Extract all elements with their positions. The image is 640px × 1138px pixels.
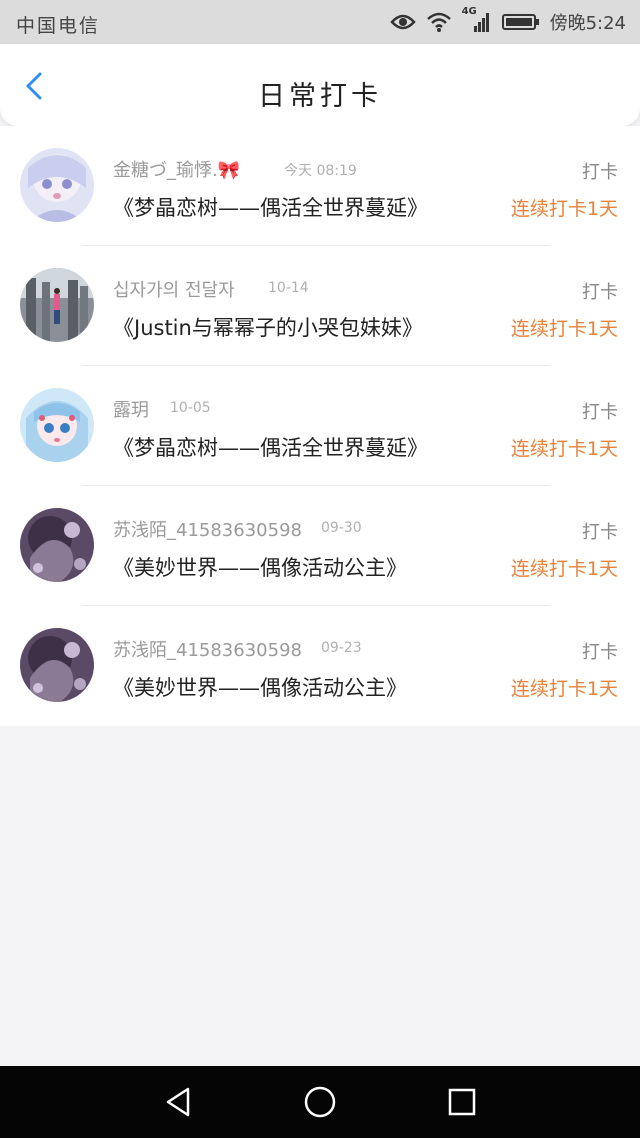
checkin-date: 10-05 [170, 400, 211, 416]
user-name: 苏浅陌_415836305980… [113, 640, 303, 661]
streak-label: 连续打卡1天 [510, 558, 618, 580]
system-nav-bar [0, 1066, 640, 1138]
checkin-label: 打卡 [582, 162, 618, 183]
checkin-date: 09-30 [321, 520, 362, 536]
checkin-list: 金糖づ_瑜悸.🎀 今天 08:19 《梦晶恋树——偶活全世界蔓延》 打卡 连续打… [0, 126, 640, 726]
checkin-label: 打卡 [582, 522, 618, 543]
book-title[interactable]: 《美妙世界——偶像活动公主》 [113, 672, 407, 702]
header: 日常打卡 [0, 44, 640, 126]
user-name: 십자가의 전달자 [113, 280, 235, 301]
recents-nav-button[interactable] [444, 1084, 480, 1120]
list-item[interactable]: 苏浅陌_415836305980… 09-23 《美妙世界——偶像活动公主》 打… [0, 606, 640, 726]
list-item[interactable]: 金糖づ_瑜悸.🎀 今天 08:19 《梦晶恋树——偶活全世界蔓延》 打卡 连续打… [0, 126, 640, 246]
recents-square-icon [448, 1088, 476, 1116]
clock: 傍晚5:24 [549, 13, 626, 34]
list-item[interactable]: 苏浅陌_415836305980… 09-30 《美妙世界——偶像活动公主》 打… [0, 486, 640, 606]
carrier-label: 中国电信 [16, 15, 101, 37]
checkin-label: 打卡 [582, 402, 618, 423]
book-title[interactable]: 《Justin与幂幂子的小哭包妹妹》 [113, 312, 423, 342]
home-nav-button[interactable] [302, 1084, 338, 1120]
signal-icon: 4G [462, 6, 492, 34]
checkin-date: 今天 08:19 [284, 163, 357, 179]
back-triangle-icon [166, 1087, 190, 1117]
streak-label: 连续打卡1天 [510, 198, 618, 220]
checkin-date: 09-23 [321, 640, 362, 656]
battery-icon [501, 14, 539, 30]
checkin-label: 打卡 [582, 282, 618, 303]
avatar[interactable] [20, 268, 94, 342]
wifi-icon [426, 12, 451, 32]
list-item[interactable]: 십자가의 전달자 10-14 《Justin与幂幂子的小哭包妹妹》 打卡 连续打… [0, 246, 640, 366]
checkin-label: 打卡 [582, 642, 618, 663]
avatar[interactable] [20, 628, 94, 702]
eye-icon [389, 14, 416, 30]
avatar[interactable] [20, 388, 94, 462]
status-bar: 中国电信 4G 傍晚5:24 [0, 0, 640, 44]
checkin-date: 10-14 [268, 280, 309, 296]
avatar[interactable] [20, 148, 94, 222]
list-item[interactable]: 露玥 10-05 《梦晶恋树——偶活全世界蔓延》 打卡 连续打卡1天 [0, 366, 640, 486]
book-title[interactable]: 《美妙世界——偶像活动公主》 [113, 552, 407, 582]
home-circle-icon [304, 1086, 336, 1118]
page-title: 日常打卡 [258, 81, 382, 112]
user-name: 金糖づ_瑜悸.🎀 [113, 160, 241, 181]
book-title[interactable]: 《梦晶恋树——偶活全世界蔓延》 [113, 192, 428, 222]
streak-label: 连续打卡1天 [510, 318, 618, 340]
user-name: 露玥 [113, 400, 149, 421]
book-title[interactable]: 《梦晶恋树——偶活全世界蔓延》 [113, 432, 428, 462]
streak-label: 连续打卡1天 [510, 438, 618, 460]
avatar[interactable] [20, 508, 94, 582]
back-nav-button[interactable] [160, 1084, 196, 1120]
status-icons: 4G 傍晚5:24 [389, 6, 626, 35]
user-name: 苏浅陌_415836305980… [113, 520, 303, 541]
streak-label: 连续打卡1天 [510, 678, 618, 700]
